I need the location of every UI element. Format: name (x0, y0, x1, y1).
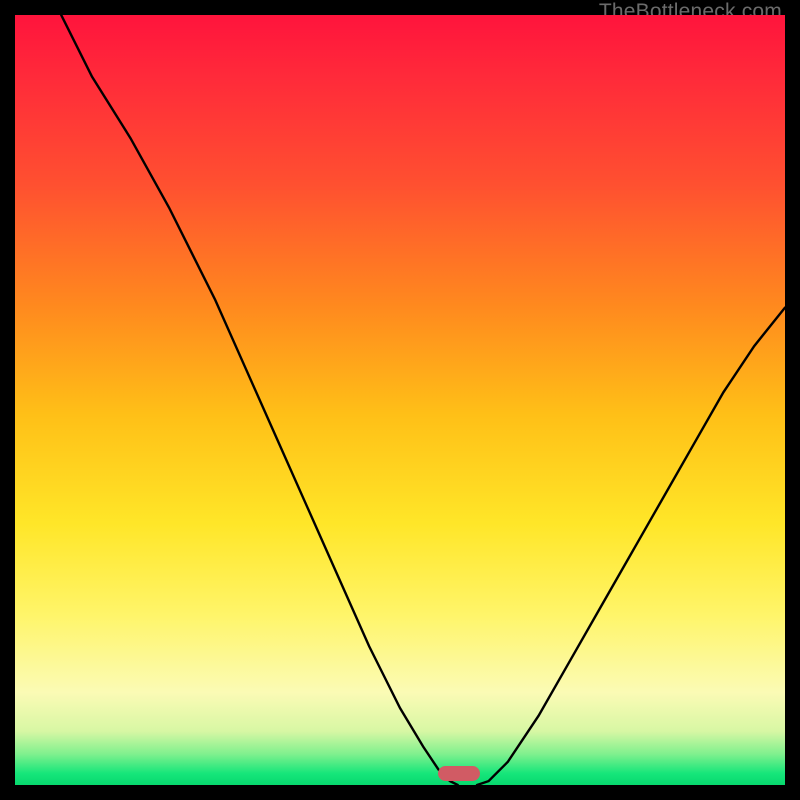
curve-left (61, 15, 458, 785)
curve-right (477, 308, 785, 785)
bottleneck-curve (15, 15, 785, 785)
bottleneck-marker (438, 766, 480, 781)
plot-area (15, 15, 785, 785)
chart-frame: TheBottleneck.com (0, 0, 800, 800)
